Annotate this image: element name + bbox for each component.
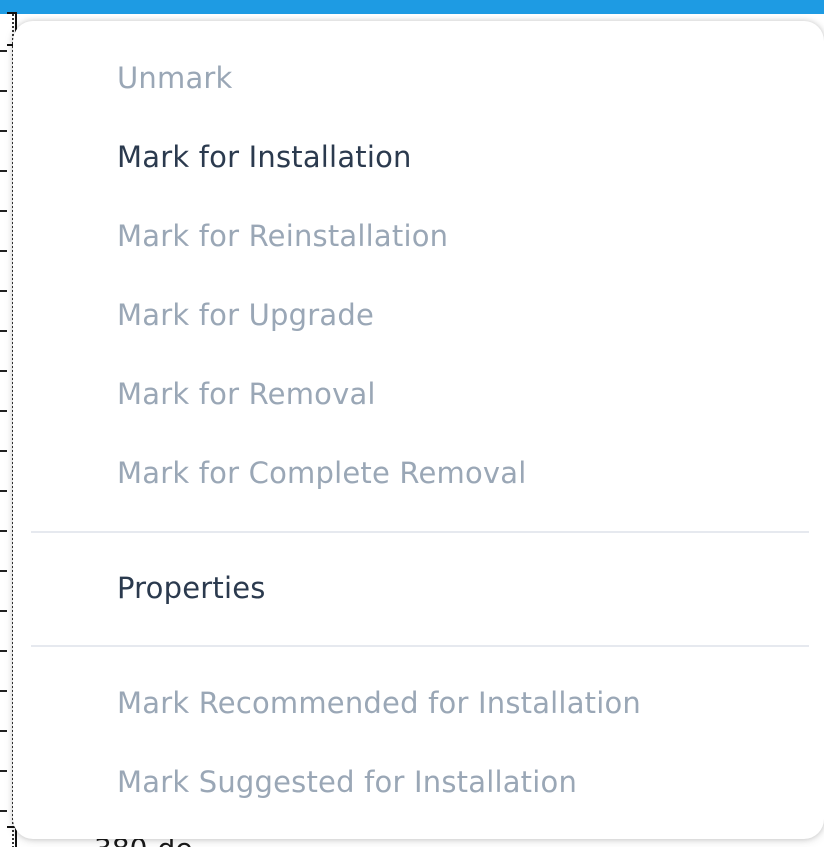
menu-item-unmark[interactable]: Unmark [117,58,233,98]
menu-item-mark-for-installation[interactable]: Mark for Installation [117,137,412,177]
context-menu: Unmark Mark for Installation Mark for Re… [13,21,824,839]
tree-guide-lines [0,14,14,847]
screen: 380-de Unmark Mark for Installation Mark… [0,0,824,847]
selected-row-highlight [0,0,824,14]
menu-item-mark-for-upgrade[interactable]: Mark for Upgrade [117,295,374,335]
menu-separator [31,531,809,533]
menu-item-properties[interactable]: Properties [117,568,266,608]
menu-item-mark-for-reinstallation[interactable]: Mark for Reinstallation [117,216,448,256]
menu-item-mark-recommended[interactable]: Mark Recommended for Installation [117,683,641,723]
menu-separator [31,645,809,647]
menu-item-mark-for-complete-removal[interactable]: Mark for Complete Removal [117,453,526,493]
menu-item-mark-suggested[interactable]: Mark Suggested for Installation [117,762,577,802]
menu-item-mark-for-removal[interactable]: Mark for Removal [117,374,376,414]
